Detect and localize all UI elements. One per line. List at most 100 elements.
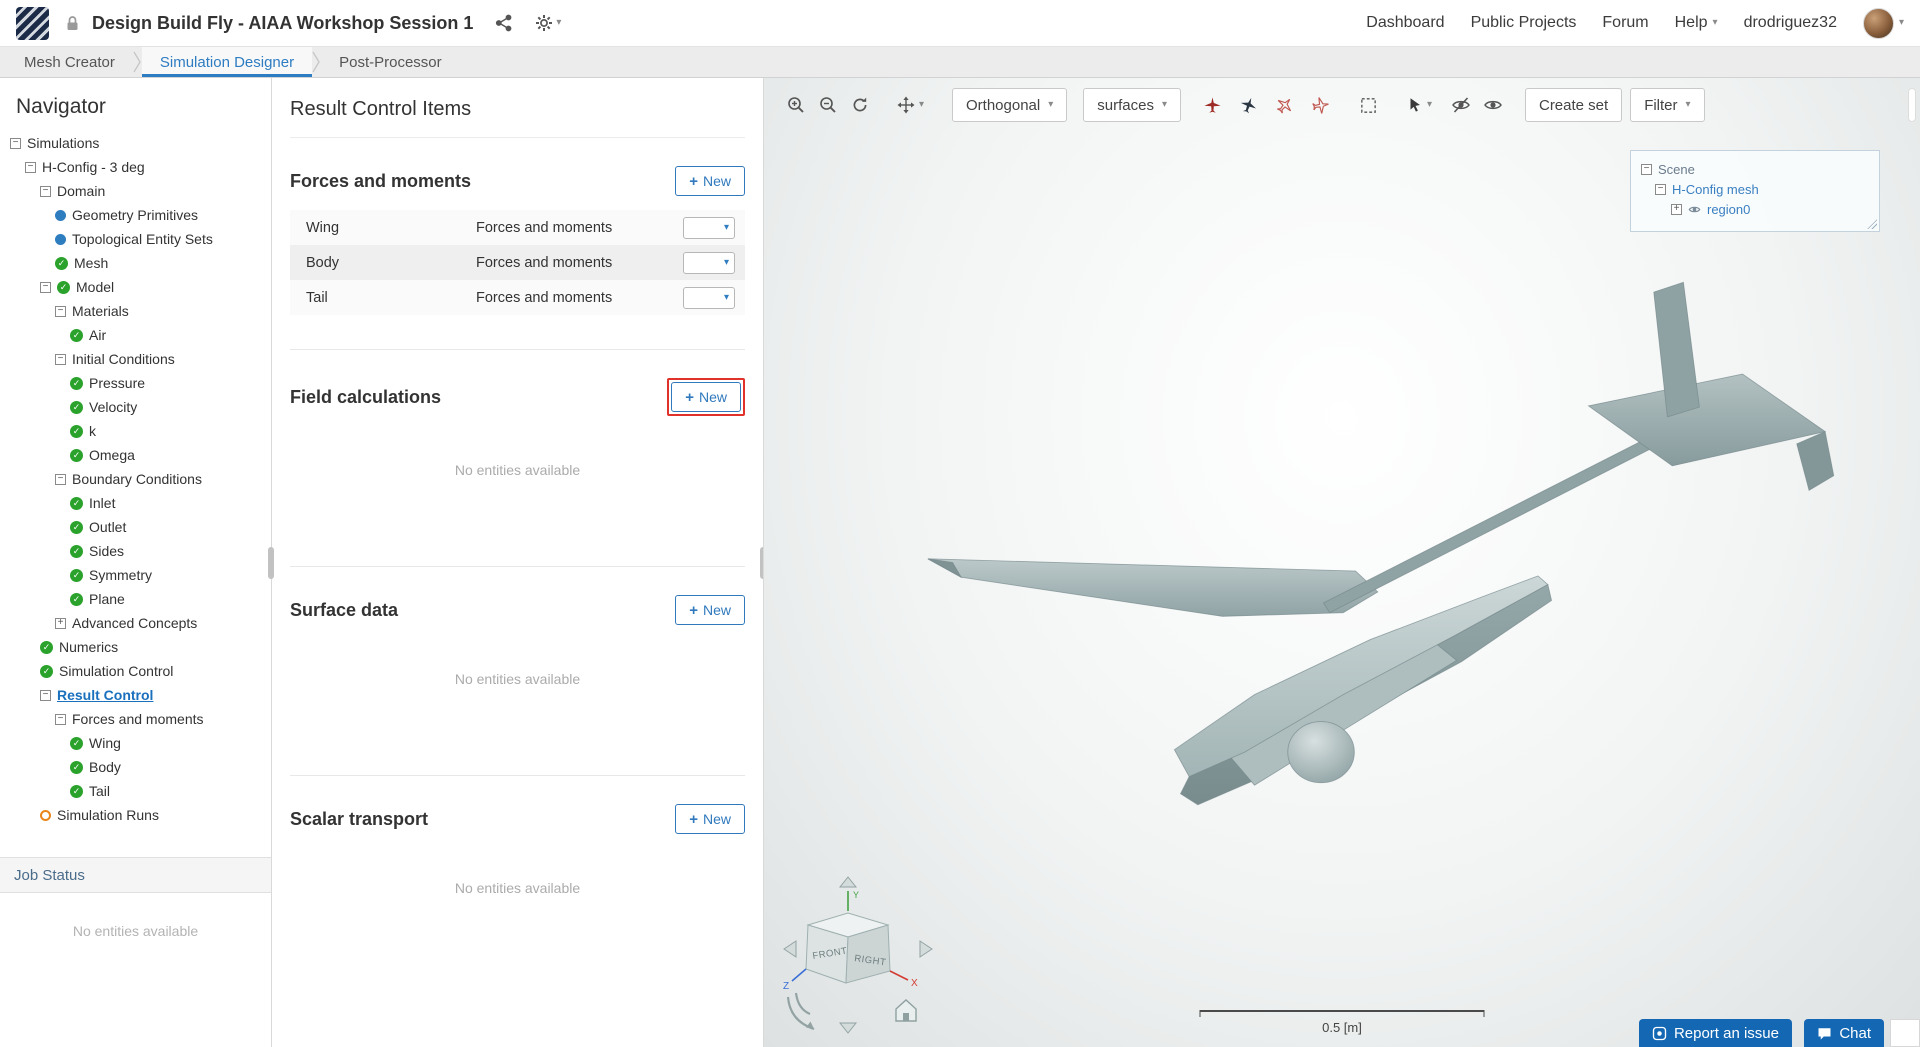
tree-item-simulations[interactable]: Simulations <box>0 131 271 155</box>
nav-dashboard[interactable]: Dashboard <box>1366 14 1444 32</box>
collapse-icon[interactable] <box>40 281 51 293</box>
collapse-icon[interactable] <box>1655 183 1666 195</box>
result-item-body[interactable]: Body Forces and moments <box>290 245 745 280</box>
collapse-icon[interactable] <box>25 161 36 173</box>
show-all-button[interactable] <box>1477 88 1509 122</box>
tree-item-numerics[interactable]: Numerics <box>0 635 271 659</box>
transform-tool-dropdown[interactable] <box>884 88 936 122</box>
collapse-icon[interactable] <box>55 713 66 725</box>
zoom-out-button[interactable] <box>812 88 844 122</box>
scene-region-label[interactable]: region0 <box>1707 202 1750 217</box>
tree-item-domain[interactable]: Domain <box>0 179 271 203</box>
tree-item-geometry-primitives[interactable]: Geometry Primitives <box>0 203 271 227</box>
avatar[interactable] <box>1862 7 1894 39</box>
select-tool-dropdown[interactable] <box>1393 88 1445 122</box>
tree-item-materials[interactable]: Materials <box>0 299 271 323</box>
rotate-right-arrow[interactable] <box>919 940 933 958</box>
expand-icon[interactable] <box>1671 203 1682 215</box>
hide-selection-button[interactable] <box>1445 88 1477 122</box>
tree-item-inlet[interactable]: Inlet <box>0 491 271 515</box>
new-forces-and-moments-button[interactable]: + New <box>675 166 745 196</box>
tree-item-body[interactable]: Body <box>0 755 271 779</box>
tree-item-simulation-control[interactable]: Simulation Control <box>0 659 271 683</box>
item-menu-dropdown[interactable] <box>683 216 735 239</box>
rotate-down-arrow[interactable] <box>838 1022 858 1034</box>
nav-forum[interactable]: Forum <box>1602 14 1648 32</box>
job-status-header[interactable]: Job Status <box>0 857 271 893</box>
collapse-icon[interactable] <box>1641 163 1652 175</box>
zoom-in-button[interactable] <box>780 88 812 122</box>
tree-item-velocity[interactable]: Velocity <box>0 395 271 419</box>
home-view-icon[interactable] <box>895 999 917 1022</box>
view-preset-3-button[interactable] <box>1269 88 1301 122</box>
view-preset-2-button[interactable] <box>1233 88 1265 122</box>
render-mode-dropdown[interactable]: surfaces <box>1083 88 1181 122</box>
chat-button[interactable]: Chat <box>1804 1019 1884 1047</box>
collapse-icon[interactable] <box>40 185 51 197</box>
new-scalar-transport-button[interactable]: + New <box>675 804 745 834</box>
tree-item-wing[interactable]: Wing <box>0 731 271 755</box>
nav-help-menu[interactable]: Help <box>1675 14 1718 32</box>
tree-item-topological-entity-sets[interactable]: Topological Entity Sets <box>0 227 271 251</box>
tree-item-sides[interactable]: Sides <box>0 539 271 563</box>
settings-gear-icon[interactable] <box>535 14 561 32</box>
nav-username[interactable]: drodriguez32 <box>1744 14 1837 32</box>
visibility-eye-icon[interactable] <box>1688 203 1701 216</box>
corner-widget[interactable] <box>1890 1019 1920 1047</box>
collapse-icon[interactable] <box>55 473 66 485</box>
tab-simulation-designer[interactable]: Simulation Designer <box>141 47 313 77</box>
tree-item-symmetry[interactable]: Symmetry <box>0 563 271 587</box>
filter-dropdown[interactable]: Filter <box>1630 88 1705 122</box>
new-surface-data-button[interactable]: + New <box>675 595 745 625</box>
panel-resize-handle[interactable] <box>268 546 274 579</box>
user-menu[interactable] <box>1862 7 1904 39</box>
scene-mesh-label[interactable]: H-Config mesh <box>1672 182 1759 197</box>
reset-view-button[interactable] <box>844 88 876 122</box>
projection-dropdown[interactable]: Orthogonal <box>952 88 1068 122</box>
resize-grip[interactable] <box>1867 219 1877 229</box>
box-select-button[interactable] <box>1353 88 1385 122</box>
tree-item-model[interactable]: Model <box>0 275 271 299</box>
tree-item-mesh[interactable]: Mesh <box>0 251 271 275</box>
item-menu-dropdown[interactable] <box>683 286 735 309</box>
tree-item-advanced-concepts[interactable]: Advanced Concepts <box>0 611 271 635</box>
collapse-icon[interactable] <box>40 689 51 701</box>
app-logo[interactable] <box>16 6 49 40</box>
tree-item-h-config-3-deg[interactable]: H-Config - 3 deg <box>0 155 271 179</box>
aircraft-geometry[interactable] <box>927 281 1835 806</box>
result-item-tail[interactable]: Tail Forces and moments <box>290 280 745 315</box>
tree-item-forces-and-moments[interactable]: Forces and moments <box>0 707 271 731</box>
tree-item-simulation-runs[interactable]: Simulation Runs <box>0 803 271 827</box>
rotate-up-arrow[interactable] <box>838 876 858 888</box>
new-field-calculations-button[interactable]: + New <box>671 382 741 412</box>
collapse-icon[interactable] <box>55 353 66 365</box>
tree-item-omega[interactable]: Omega <box>0 443 271 467</box>
create-set-button[interactable]: Create set <box>1524 88 1623 122</box>
view-preset-4-button[interactable] <box>1305 88 1337 122</box>
collapse-icon[interactable] <box>10 137 21 149</box>
scene-root-label[interactable]: Scene <box>1658 162 1695 177</box>
nav-public-projects[interactable]: Public Projects <box>1471 14 1577 32</box>
tree-item-tail[interactable]: Tail <box>0 779 271 803</box>
tree-item-initial-conditions[interactable]: Initial Conditions <box>0 347 271 371</box>
collapse-icon[interactable] <box>55 305 66 317</box>
tree-item-plane[interactable]: Plane <box>0 587 271 611</box>
tree-item-outlet[interactable]: Outlet <box>0 515 271 539</box>
expand-icon[interactable] <box>55 617 66 629</box>
view-preset-1-button[interactable] <box>1197 88 1229 122</box>
tree-item-pressure[interactable]: Pressure <box>0 371 271 395</box>
report-issue-button[interactable]: Report an issue <box>1638 1019 1792 1047</box>
tree-item-k[interactable]: k <box>0 419 271 443</box>
rotate-left-arrow[interactable] <box>783 940 797 958</box>
scrollbar-thumb[interactable] <box>1908 88 1916 122</box>
viewport-3d[interactable]: Orthogonal surfaces <box>764 78 1920 1047</box>
result-item-wing[interactable]: Wing Forces and moments <box>290 210 745 245</box>
tree-item-boundary-conditions[interactable]: Boundary Conditions <box>0 467 271 491</box>
share-icon[interactable] <box>495 14 513 32</box>
navigation-cube[interactable]: Y FRONT RIGHT X Z <box>780 875 940 1041</box>
item-menu-dropdown[interactable] <box>683 251 735 274</box>
tab-post-processor[interactable]: Post-Processor <box>321 47 460 77</box>
tree-item-result-control[interactable]: Result Control <box>0 683 271 707</box>
tab-mesh-creator[interactable]: Mesh Creator <box>6 47 133 77</box>
tree-item-air[interactable]: Air <box>0 323 271 347</box>
